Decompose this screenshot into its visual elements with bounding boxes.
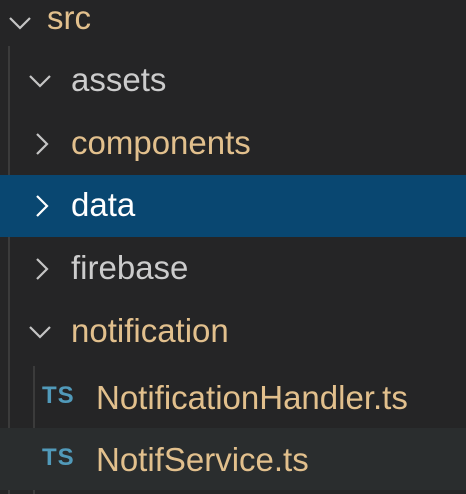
typescript-file-icon: TS xyxy=(42,382,75,409)
tree-item-label: NotificationHandler.ts xyxy=(96,379,408,416)
tree-item-components[interactable]: components xyxy=(0,113,466,175)
tree-item-data[interactable]: data xyxy=(0,175,466,237)
tree-item-assets[interactable]: assets xyxy=(0,50,466,112)
tree-item-label: NotifService.ts xyxy=(96,441,309,478)
tree-item-label: components xyxy=(71,124,251,161)
tree-item-firebase[interactable]: firebase xyxy=(0,238,466,300)
tree-item-label: firebase xyxy=(71,249,189,286)
chevron-down-icon xyxy=(26,67,54,95)
tree-item-label: src xyxy=(47,0,91,36)
file-explorer-tree: src assets components data firebase noti… xyxy=(0,0,466,494)
chevron-right-icon xyxy=(28,192,56,220)
tree-item-notification[interactable]: notification xyxy=(0,301,466,363)
tree-item-notifservice-ts[interactable]: TS NotifService.ts xyxy=(0,428,466,490)
chevron-right-icon xyxy=(28,255,56,283)
tree-item-label: assets xyxy=(71,61,167,98)
tree-item-src[interactable]: src xyxy=(0,0,466,50)
tree-item-notificationhandler-ts[interactable]: TS NotificationHandler.ts xyxy=(0,366,466,428)
chevron-right-icon xyxy=(28,130,56,158)
chevron-down-icon xyxy=(26,318,54,346)
tree-item-label: notification xyxy=(71,312,229,349)
typescript-file-icon: TS xyxy=(42,444,75,471)
chevron-down-icon xyxy=(6,9,34,37)
tree-item-label: data xyxy=(71,186,136,223)
